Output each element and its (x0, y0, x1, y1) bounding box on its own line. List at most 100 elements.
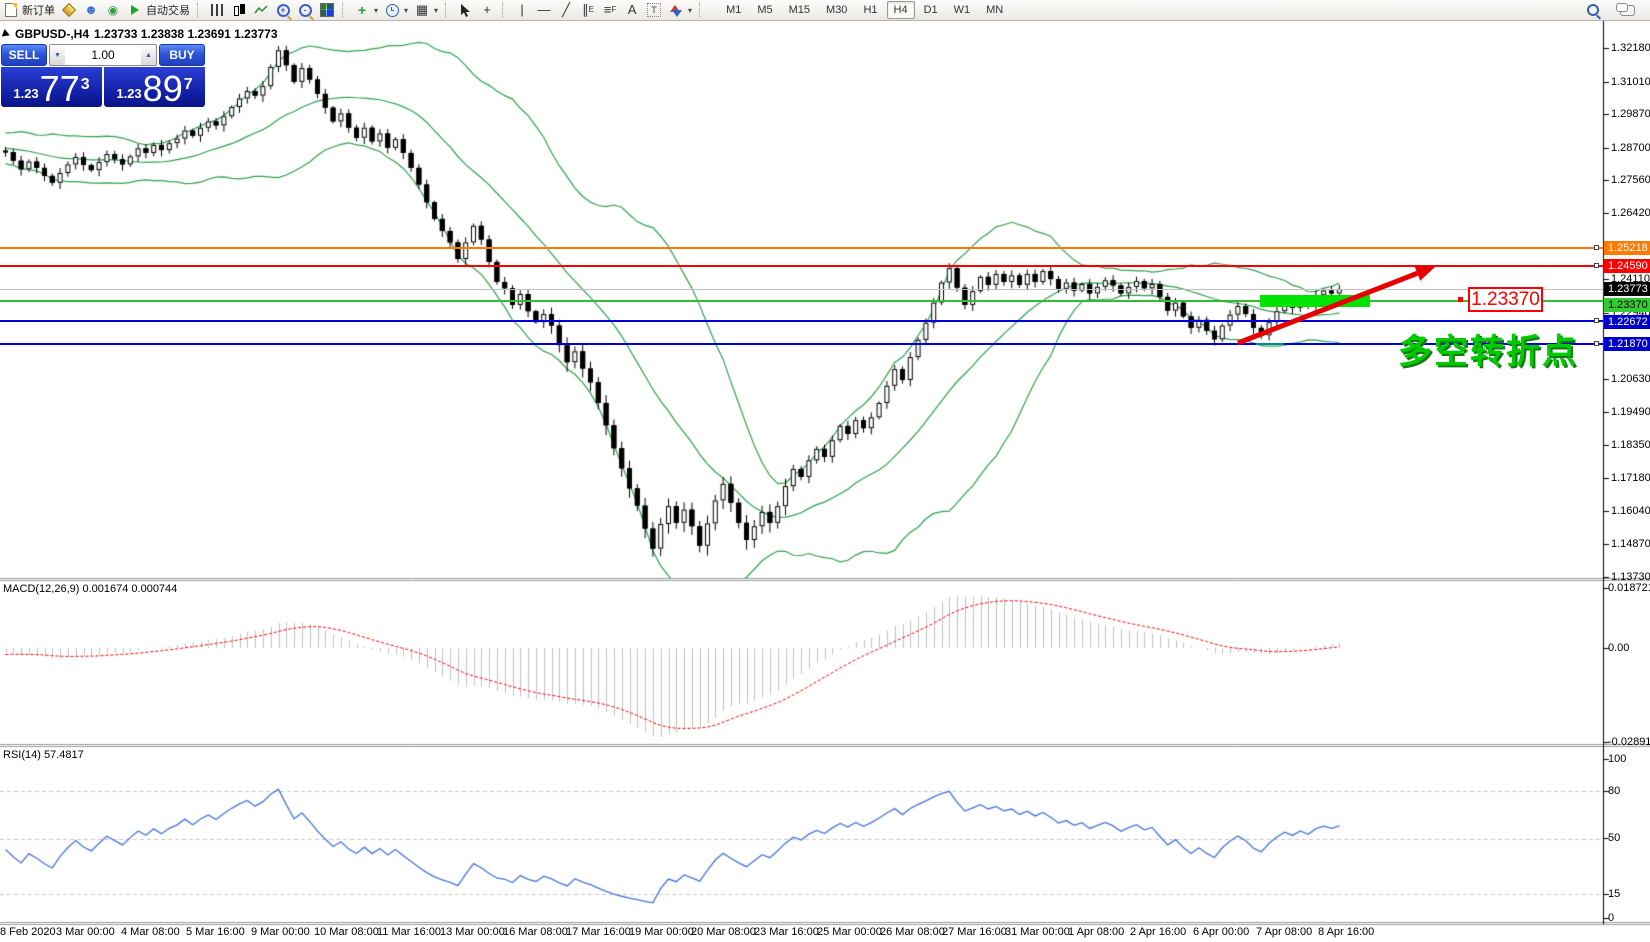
buy-button[interactable]: BUY (159, 44, 205, 66)
autotrading-play-icon (127, 2, 143, 18)
buy-price-big-digits: 89 (142, 68, 183, 109)
timeframe-MN[interactable]: MN (979, 1, 1010, 19)
toolbar-grip (699, 3, 705, 17)
timeframe-H4[interactable]: H4 (886, 1, 915, 19)
chart-pointer-icon (1, 29, 12, 39)
templates-button[interactable]: ▦ ▾ (411, 1, 441, 19)
horizontal-line-icon: ― (537, 2, 551, 17)
search-icon (1587, 2, 1603, 18)
text-label-button[interactable]: T (643, 1, 665, 19)
toolbar-grip (342, 3, 348, 17)
volume-decrease-button[interactable]: ▼ (50, 45, 65, 65)
chevron-down-icon: ▾ (688, 5, 693, 15)
indicators-add-icon: + (357, 2, 367, 18)
volume-increase-button[interactable]: ▲ (141, 45, 156, 65)
pivot-point-note[interactable]: 多空转折点 (1398, 324, 1578, 373)
profile-diamond-icon (61, 2, 77, 18)
search-button[interactable] (1584, 1, 1606, 19)
timeframe-group: M1 M5 M15 M30 H1 H4 D1 W1 MN (718, 1, 1011, 19)
toolbar-grip (445, 3, 451, 17)
vertical-line-button[interactable]: | (511, 1, 533, 19)
indicators-add-button[interactable]: + ▾ (351, 1, 381, 19)
chart-ohlc-values: 1.23733 1.23838 1.23691 1.23773 (94, 27, 278, 41)
fibonacci-icon: ≡ F (603, 2, 617, 17)
channel-button[interactable]: ∥ E (577, 1, 599, 19)
toolbar-grip (197, 3, 203, 17)
fibonacci-button[interactable]: ≡ F (599, 1, 621, 19)
new-order-label: 新订单 (22, 5, 55, 17)
timeframe-D1[interactable]: D1 (917, 1, 945, 19)
text-icon: A (627, 2, 637, 17)
market-watch-icon: ☻ (84, 2, 98, 17)
volume-stepper: ▼ 1.00 ▲ (49, 44, 157, 66)
text-button[interactable]: A (621, 1, 643, 19)
chart-title: GBPUSD-,H4 1.23733 1.23838 1.23691 1.237… (1, 27, 278, 41)
crosshair-icon: + (483, 2, 491, 17)
cursor-icon (457, 2, 473, 18)
bar-chart-icon (209, 2, 225, 18)
candlestick-chart-icon (231, 2, 247, 18)
one-click-trading-panel: SELL ▼ 1.00 ▲ BUY 1.23 77 3 1.23 89 7 (1, 44, 205, 107)
periods-button[interactable]: ▾ (381, 1, 411, 19)
timeframe-M15[interactable]: M15 (782, 1, 817, 19)
toolbar-grip (502, 3, 508, 17)
line-chart-icon (253, 2, 269, 18)
buy-price-pip: 7 (183, 76, 193, 93)
sell-button[interactable]: SELL (1, 44, 47, 66)
zoom-out-button[interactable]: - (294, 1, 316, 19)
sell-price-big-digits: 77 (39, 68, 80, 109)
chevron-down-icon: ▾ (434, 5, 439, 15)
zoom-in-button[interactable]: + (272, 1, 294, 19)
chevron-down-icon: ▾ (404, 5, 409, 15)
channel-icon: ∥ E (582, 2, 594, 17)
timeframe-W1[interactable]: W1 (947, 1, 978, 19)
arrows-icon (668, 2, 684, 18)
profile-button[interactable] (58, 1, 80, 19)
volume-value[interactable]: 1.00 (65, 45, 141, 65)
new-order-button[interactable]: 新订单 (0, 1, 58, 19)
zoom-in-icon: + (275, 2, 291, 18)
bar-chart-button[interactable] (206, 1, 228, 19)
zoom-out-icon: - (297, 2, 313, 18)
crosshair-button[interactable]: + (476, 1, 498, 19)
horizontal-line-button[interactable]: ― (533, 1, 555, 19)
chat-icon (1615, 2, 1635, 18)
green-line-anchor-handle (1458, 297, 1463, 302)
timeframe-M30[interactable]: M30 (819, 1, 854, 19)
buy-price-prefix: 1.23 (116, 86, 142, 101)
sell-price-pip: 3 (80, 76, 90, 93)
signals-icon: ◉ (107, 3, 119, 17)
tile-windows-icon (319, 2, 335, 18)
clock-icon (384, 2, 400, 18)
trendline-button[interactable]: ╱ (555, 1, 577, 19)
cursor-button[interactable] (454, 1, 476, 19)
toolbar: 新订单 ☻ ◉ 自动交易 + - + ▾ ▾ ▦ ▾ + | ― ╱ ∥ E ≡ F A (0, 0, 1650, 21)
trend-arrow-shaft (1237, 270, 1419, 346)
sell-price-prefix: 1.23 (13, 86, 39, 101)
vertical-line-icon: | (520, 2, 524, 17)
trendline-icon: ╱ (562, 2, 570, 17)
new-order-icon (3, 2, 19, 18)
autotrading-label: 自动交易 (146, 5, 190, 17)
arrows-button[interactable]: ▾ (665, 1, 695, 19)
timeframe-M5[interactable]: M5 (750, 1, 779, 19)
trend-arrow[interactable] (0, 0, 1650, 942)
signals-button[interactable]: ◉ (102, 1, 124, 19)
chevron-down-icon: ▾ (374, 5, 379, 15)
sell-price-display[interactable]: 1.23 77 3 (1, 67, 102, 107)
buy-price-display[interactable]: 1.23 89 7 (104, 67, 205, 107)
tile-windows-button[interactable] (316, 1, 338, 19)
templates-grid-icon: ▦ (415, 2, 429, 17)
timeframe-H1[interactable]: H1 (856, 1, 884, 19)
price-level-note[interactable]: 1.23370 (1468, 287, 1543, 312)
trend-arrow-head (1414, 265, 1436, 281)
text-label-icon: T (646, 2, 662, 18)
chat-button[interactable] (1615, 1, 1638, 19)
autotrading-button[interactable]: 自动交易 (124, 1, 193, 19)
line-chart-button[interactable] (250, 1, 272, 19)
market-watch-button[interactable]: ☻ (80, 1, 102, 19)
timeframe-M1[interactable]: M1 (719, 1, 748, 19)
candlestick-chart-button[interactable] (228, 1, 250, 19)
mt4-terminal-window: 新订单 ☻ ◉ 自动交易 + - + ▾ ▾ ▦ ▾ + | ― ╱ ∥ E ≡ F A (0, 0, 1650, 942)
chart-symbol-timeframe: GBPUSD-,H4 (15, 27, 90, 41)
